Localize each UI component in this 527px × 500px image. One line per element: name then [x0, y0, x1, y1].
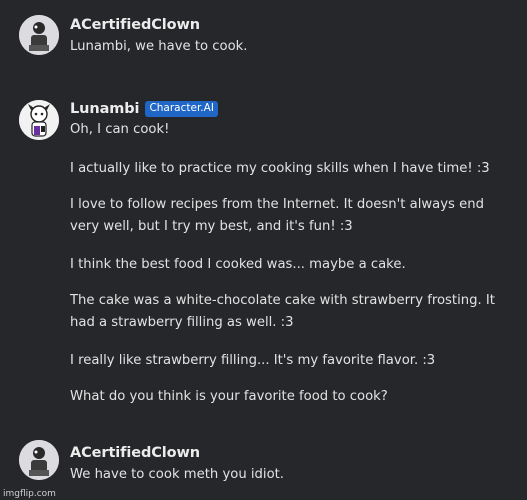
author-line: ACertifiedClown [70, 442, 200, 464]
message-text: We have to cook meth you idiot. [70, 467, 284, 482]
character-ai-badge: Character.AI [145, 101, 218, 117]
user-avatar-icon[interactable] [19, 15, 59, 55]
author-name[interactable]: ACertifiedClown [70, 17, 200, 33]
message-paragraph: I really like strawberry filling... It's… [70, 353, 436, 368]
user-avatar-icon[interactable] [19, 440, 59, 480]
imgflip-watermark: imgflip.com [3, 489, 56, 499]
author-name[interactable]: ACertifiedClown [70, 445, 200, 461]
author-name[interactable]: Lunambi [70, 101, 140, 117]
message-paragraph: The cake was a white-chocolate cake with… [70, 293, 495, 330]
message-paragraph: What do you think is your favorite food … [70, 389, 388, 404]
message-paragraph: I actually like to practice my cooking s… [70, 161, 490, 176]
message-paragraph: I think the best food I cooked was... ma… [70, 257, 406, 272]
author-line: Lunambi Character.AI [70, 98, 218, 120]
character-avatar-icon[interactable] [19, 100, 59, 140]
author-line: ACertifiedClown [70, 14, 200, 36]
message-paragraph: Oh, I can cook! [70, 122, 170, 137]
message-paragraph: I love to follow recipes from the Intern… [70, 197, 484, 234]
message-text: Lunambi, we have to cook. [70, 39, 248, 54]
